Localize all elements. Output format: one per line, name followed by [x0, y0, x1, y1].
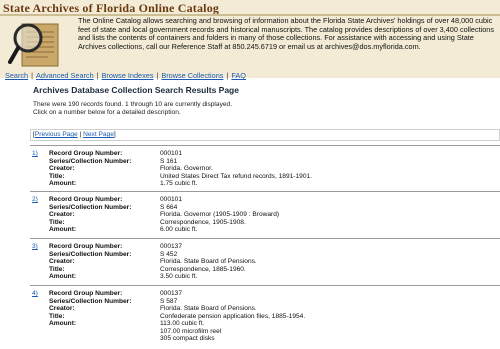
creator-value: Florida. State Board of Pensions.: [160, 305, 257, 312]
label-amount: Amount:: [49, 320, 77, 327]
nav-search-link[interactable]: Search: [5, 71, 28, 80]
record-labels: Record Group Number: Series/Collection N…: [49, 243, 131, 281]
pager-text: [Previous Page | Next Page]: [33, 131, 116, 138]
results-count: There were 190 records found. 1 through …: [33, 101, 233, 108]
title-value: United States Direct Tax refund records,…: [160, 172, 312, 180]
record-values: 000137 S 452 Florida. State Board of Pen…: [160, 243, 257, 281]
amount-value: 6.00 cubic ft.: [160, 226, 198, 233]
nav-separator: |: [31, 71, 34, 80]
record-item: 3) Record Group Number: Series/Collectio…: [30, 238, 500, 284]
creator-value: Florida. Governor.: [160, 165, 213, 172]
label-record-group: Record Group Number:: [49, 196, 123, 203]
label-record-group: Record Group Number:: [49, 290, 123, 297]
series-value: S 452: [160, 250, 178, 258]
previous-page-link[interactable]: Previous Page: [35, 131, 78, 138]
label-creator: Creator:: [49, 165, 75, 172]
record-group-value: 000137: [160, 290, 183, 297]
label-amount: Amount:: [49, 180, 77, 187]
header-banner: State Archives of Florida Online Catalog…: [0, 0, 500, 78]
label-title: Title:: [49, 172, 65, 180]
title-value: Correspondence, 1905-1908.: [160, 218, 246, 226]
title-value: Correspondence, 1885-1960.: [160, 265, 246, 273]
nav-separator: |: [96, 71, 99, 80]
record-values: 000101 S 664 Florida. Governor (1905-190…: [160, 196, 279, 234]
page-heading: Archives Database Collection Search Resu…: [33, 85, 239, 95]
series-value: S 161: [160, 157, 178, 165]
pager: [Previous Page | Next Page]: [30, 129, 500, 141]
label-creator: Creator:: [49, 258, 75, 265]
amount-value: 305 compact disks: [160, 335, 215, 342]
amount-value: 3.50 cubic ft.: [160, 273, 198, 280]
results-instruction: Click on a number below for a detailed d…: [33, 109, 181, 116]
title-value: Confederate pension application files, 1…: [160, 312, 306, 320]
series-value: S 664: [160, 203, 178, 211]
results-info: There were 190 records found. 1 through …: [33, 101, 232, 117]
magnifying-glass-document-icon: [8, 23, 59, 67]
record-item: 1) Record Group Number: Series/Collectio…: [30, 145, 500, 190]
record-number-link[interactable]: 1): [32, 150, 38, 157]
label-series-collection: Series/Collection Number:: [49, 250, 132, 258]
record-values: 000137 S 587 Florida. State Board of Pen…: [160, 290, 305, 343]
record-labels: Record Group Number: Series/Collection N…: [49, 196, 131, 234]
record-number-link[interactable]: 3): [32, 243, 38, 250]
label-creator: Creator:: [49, 211, 75, 218]
next-page-link[interactable]: Next Page: [83, 131, 114, 138]
intro-text: The Online Catalog allows searching and …: [78, 16, 495, 51]
record-group-value: 000101: [160, 150, 183, 157]
label-record-group: Record Group Number:: [49, 150, 123, 157]
label-title: Title:: [49, 265, 65, 273]
record-number-link[interactable]: 2): [32, 196, 38, 203]
series-value: S 587: [160, 297, 178, 305]
nav-bar: Search | Advanced Search | Browse Indexes | Br…: [5, 71, 246, 80]
record-item: 4) Record Group Number: Series/Collectio…: [30, 285, 500, 349]
label-record-group: Record Group Number:: [49, 243, 123, 250]
nav-separator: |: [156, 71, 159, 80]
label-title: Title:: [49, 218, 65, 226]
amount-value: 113.00 cubic ft.: [160, 320, 205, 327]
creator-value: Florida. Governor (1905-1909 : Broward): [160, 211, 280, 218]
label-creator: Creator:: [49, 305, 75, 312]
nav-faq-link[interactable]: FAQ: [231, 71, 246, 80]
label-title: Title:: [49, 312, 65, 320]
nav-browse-indexes-link[interactable]: Browse Indexes: [102, 71, 154, 80]
label-series-collection: Series/Collection Number:: [49, 157, 132, 165]
record-group-value: 000137: [160, 243, 183, 250]
record-values: 000101 S 161 Florida. Governor. United S…: [160, 150, 312, 188]
creator-value: Florida. State Board of Pensions.: [160, 258, 257, 265]
label-series-collection: Series/Collection Number:: [49, 297, 132, 305]
amount-value: 107.00 microfilm reel: [160, 327, 222, 335]
record-group-value: 000101: [160, 196, 183, 203]
nav-browse-collections-link[interactable]: Browse Collections: [161, 71, 223, 80]
record-labels: Record Group Number: Series/Collection N…: [49, 150, 131, 188]
label-amount: Amount:: [49, 273, 77, 280]
amount-value: 1.75 cubic ft.: [160, 180, 198, 187]
nav-separator: |: [226, 71, 229, 80]
label-amount: Amount:: [49, 226, 77, 233]
pager-close-bracket: ]: [113, 131, 116, 138]
label-series-collection: Series/Collection Number:: [49, 203, 132, 211]
record-labels: Record Group Number: Series/Collection N…: [49, 290, 131, 328]
record-number-link[interactable]: 4): [32, 290, 38, 297]
record-item: 2) Record Group Number: Series/Collectio…: [30, 191, 500, 237]
nav-advanced-search-link[interactable]: Advanced Search: [36, 71, 94, 80]
